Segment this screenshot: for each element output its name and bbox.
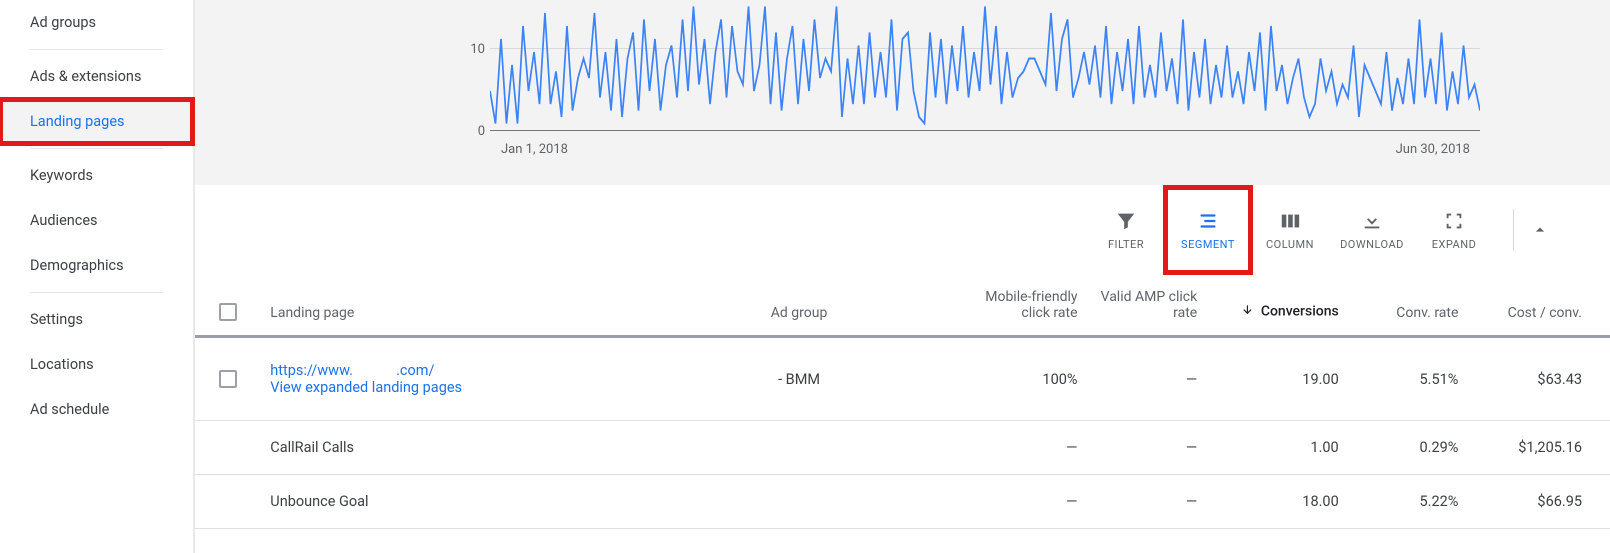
table-row[interactable]: Unbounce Goal — — 18.00 5.22% $66.95	[195, 475, 1610, 529]
segment-icon	[1195, 210, 1221, 232]
column-label: COLUMN	[1266, 238, 1314, 251]
segment-button[interactable]: SEGMENT	[1167, 195, 1249, 265]
nav-landing-pages[interactable]: Landing pages	[0, 99, 193, 144]
download-button[interactable]: DOWNLOAD	[1331, 195, 1413, 265]
cell-ad-group: - BMM	[630, 338, 967, 421]
time-series-chart: 10 0 Jan 1, 2018 Jun 30, 2018	[195, 0, 1610, 185]
chart-y-tick: 0	[453, 124, 485, 139]
table-header-row: Landing page Ad group Mobile-friendly cl…	[195, 275, 1610, 338]
download-label: DOWNLOAD	[1340, 238, 1404, 251]
cell-amp-rate: —	[1088, 338, 1208, 421]
cell-conv-rate: 5.22%	[1349, 475, 1469, 529]
header-landing-page[interactable]: Landing page	[260, 275, 630, 338]
table-toolbar: FILTER SEGMENT COLUMN DOWNLOAD	[195, 185, 1610, 275]
nav-ad-groups[interactable]: Ad groups	[0, 0, 193, 45]
header-conversions[interactable]: Conversions	[1207, 275, 1349, 338]
chart-plot-area	[490, 0, 1480, 130]
view-expanded-link[interactable]: View expanded landing pages	[270, 379, 462, 396]
cell-mobile-rate: —	[968, 475, 1088, 529]
nav-separator	[30, 292, 163, 293]
filter-icon	[1113, 210, 1139, 232]
main-content: 10 0 Jan 1, 2018 Jun 30, 2018 FILTER	[195, 0, 1610, 553]
segment-label: SEGMENT	[1181, 238, 1235, 251]
header-conv-rate[interactable]: Conv. rate	[1349, 275, 1469, 338]
table-row[interactable]: https://www. .com/ View expanded landing…	[195, 338, 1610, 421]
select-all-checkbox[interactable]	[219, 303, 237, 321]
collapse-chart-button[interactable]	[1520, 210, 1560, 250]
nav-demographics[interactable]: Demographics	[0, 243, 193, 288]
sort-descending-icon	[1241, 303, 1255, 321]
filter-button[interactable]: FILTER	[1085, 195, 1167, 265]
cell-cost-conv: $1,205.16	[1468, 421, 1610, 475]
header-checkbox-cell	[195, 275, 260, 338]
cell-conv-rate: 0.29%	[1349, 421, 1469, 475]
header-conversions-label: Conversions	[1261, 304, 1339, 320]
cell-conversions: 1.00	[1207, 421, 1349, 475]
filter-label: FILTER	[1108, 238, 1144, 251]
cell-mobile-rate: 100%	[968, 338, 1088, 421]
column-button[interactable]: COLUMN	[1249, 195, 1331, 265]
header-cost-conv[interactable]: Cost / conv.	[1468, 275, 1610, 338]
cell-mobile-rate: —	[968, 421, 1088, 475]
nav-ads-extensions[interactable]: Ads & extensions	[0, 54, 193, 99]
cell-amp-rate: —	[1088, 421, 1208, 475]
nav-locations[interactable]: Locations	[0, 342, 193, 387]
cell-amp-rate: —	[1088, 475, 1208, 529]
chart-x-tick-end: Jun 30, 2018	[1396, 142, 1470, 157]
column-icon	[1277, 210, 1303, 232]
header-mobile-rate[interactable]: Mobile-friendly click rate	[968, 275, 1088, 338]
chart-axis-x	[490, 130, 1480, 131]
toolbar-separator	[1513, 209, 1514, 251]
header-amp-rate[interactable]: Valid AMP click rate	[1088, 275, 1208, 338]
cell-cost-conv: $66.95	[1468, 475, 1610, 529]
row-checkbox[interactable]	[219, 370, 237, 388]
landing-pages-table: Landing page Ad group Mobile-friendly cl…	[195, 275, 1610, 529]
expand-icon	[1441, 210, 1467, 232]
nav-ad-schedule[interactable]: Ad schedule	[0, 387, 193, 432]
header-ad-group[interactable]: Ad group	[630, 275, 967, 338]
cell-cost-conv: $63.43	[1468, 338, 1610, 421]
table-row[interactable]: CallRail Calls — — 1.00 0.29% $1,205.16	[195, 421, 1610, 475]
cell-conversions: 18.00	[1207, 475, 1349, 529]
nav-keywords[interactable]: Keywords	[0, 153, 193, 198]
expand-label: EXPAND	[1432, 238, 1477, 251]
segment-row-label: Unbounce Goal	[260, 475, 630, 529]
download-icon	[1359, 210, 1385, 232]
chart-y-tick: 10	[453, 42, 485, 57]
nav-separator	[30, 49, 163, 50]
sidebar: Ad groups Ads & extensions Landing pages…	[0, 0, 195, 553]
cell-conv-rate: 5.51%	[1349, 338, 1469, 421]
landing-page-url[interactable]: https://www. .com/	[270, 362, 434, 379]
cell-conversions: 19.00	[1207, 338, 1349, 421]
chart-x-tick-start: Jan 1, 2018	[501, 142, 568, 157]
segment-row-label: CallRail Calls	[260, 421, 630, 475]
expand-button[interactable]: EXPAND	[1413, 195, 1495, 265]
nav-settings[interactable]: Settings	[0, 297, 193, 342]
nav-separator	[30, 148, 163, 149]
nav-audiences[interactable]: Audiences	[0, 198, 193, 243]
